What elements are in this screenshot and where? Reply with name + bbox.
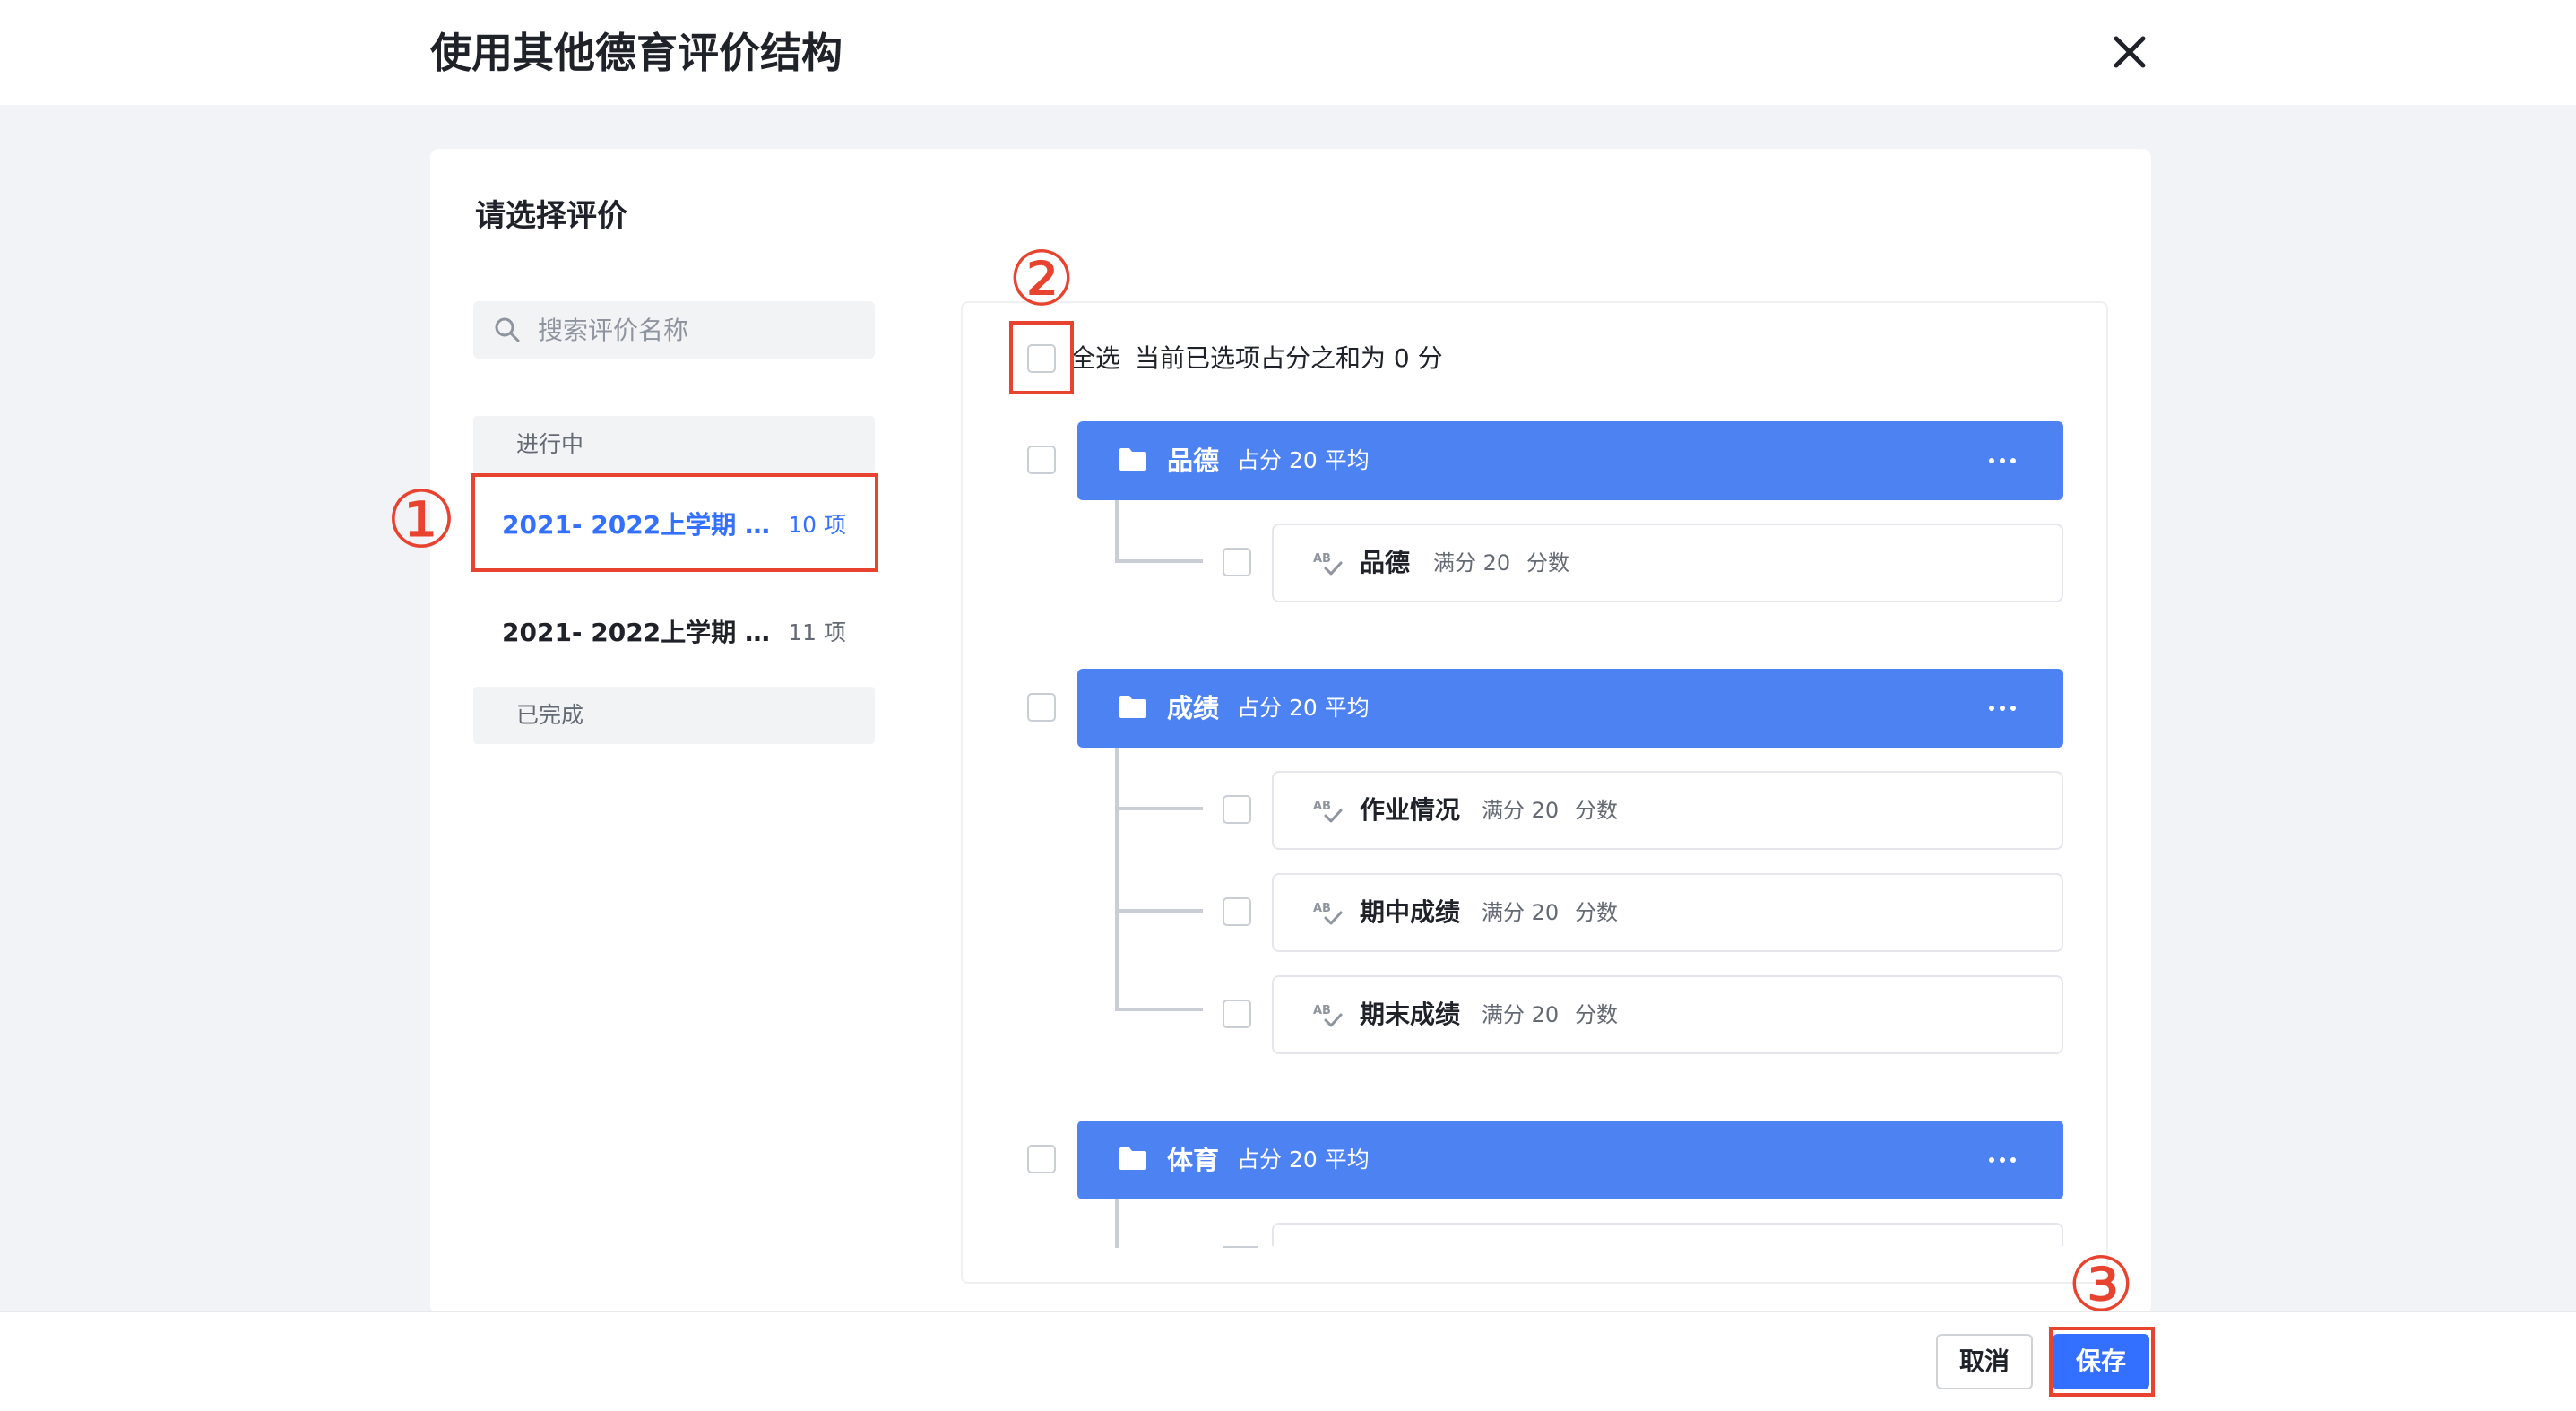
item-checkbox[interactable] bbox=[1223, 548, 1251, 576]
tree-connector bbox=[1115, 500, 1119, 563]
select-all-label: 全选 bbox=[1070, 343, 1121, 373]
group-name: 成绩 bbox=[1167, 693, 1220, 723]
more-options-icon[interactable] bbox=[1984, 692, 2020, 724]
folder-icon bbox=[1119, 696, 1146, 718]
annotation-step3: ③ bbox=[2067, 1241, 2135, 1329]
item-full-score: 满分 20 bbox=[1433, 550, 1511, 576]
group-meta: 占分 20 平均 bbox=[1237, 447, 1370, 473]
dialog-footer: 取消 保存 bbox=[0, 1311, 2576, 1411]
group-header-completed: 已完成 bbox=[473, 687, 875, 744]
eval-item-count: 11 项 bbox=[788, 619, 846, 645]
annotation-box-step1 bbox=[471, 473, 878, 572]
item-name: 期中成绩 bbox=[1360, 897, 1461, 927]
group-checkbox[interactable] bbox=[1027, 1145, 1056, 1173]
group-bar[interactable]: 成绩 占分 20 平均 bbox=[1077, 669, 2063, 748]
evaluation-item-card[interactable]: AB 作业情况 满分 20 分数 bbox=[1272, 771, 2063, 850]
group-header-in-progress: 进行中 bbox=[473, 416, 875, 473]
selected-score-summary: 当前已选项占分之和为 0 分 bbox=[1135, 343, 1443, 373]
tree-connector bbox=[1115, 909, 1203, 913]
tree-connector bbox=[1115, 1008, 1203, 1011]
annotation-step1: ① bbox=[385, 473, 457, 566]
tree-connector bbox=[1115, 1199, 1119, 1248]
item-checkbox-partial bbox=[1223, 1246, 1258, 1248]
folder-icon bbox=[1119, 1147, 1146, 1170]
folder-icon bbox=[1119, 448, 1146, 471]
score-type-icon: AB bbox=[1313, 800, 1343, 823]
group-checkbox[interactable] bbox=[1027, 446, 1056, 474]
item-checkbox[interactable] bbox=[1223, 795, 1251, 824]
evaluation-item-card[interactable]: AB 期末成绩 满分 20 分数 bbox=[1272, 975, 2063, 1054]
item-checkbox[interactable] bbox=[1223, 897, 1251, 926]
dialog-title: 使用其他德育评价结构 bbox=[430, 29, 843, 77]
group-bar[interactable]: 体育 占分 20 平均 bbox=[1077, 1121, 2063, 1199]
item-full-score: 满分 20 bbox=[1482, 1002, 1560, 1027]
more-options-icon[interactable] bbox=[1984, 1144, 2020, 1176]
close-icon[interactable] bbox=[2105, 27, 2155, 77]
group-bar[interactable]: 品德 占分 20 平均 bbox=[1077, 421, 2063, 500]
cancel-button[interactable]: 取消 bbox=[1936, 1334, 2033, 1389]
item-type: 分数 bbox=[1575, 798, 1618, 823]
group-name: 品德 bbox=[1167, 446, 1220, 476]
tree-connector bbox=[1115, 559, 1203, 563]
group-checkbox[interactable] bbox=[1027, 693, 1056, 722]
evaluation-item-card-partial bbox=[1272, 1223, 2063, 1246]
svg-text:AB: AB bbox=[1313, 552, 1331, 566]
item-type: 分数 bbox=[1526, 550, 1569, 576]
annotation-step2: ② bbox=[1007, 235, 1076, 323]
score-type-icon: AB bbox=[1313, 902, 1343, 925]
search-box bbox=[473, 301, 875, 359]
item-full-score: 满分 20 bbox=[1482, 900, 1560, 925]
evaluation-item-card[interactable]: AB 品德 满分 20 分数 bbox=[1272, 524, 2063, 602]
group-meta: 占分 20 平均 bbox=[1237, 1147, 1370, 1173]
item-name: 期末成绩 bbox=[1360, 1000, 1461, 1029]
svg-text:AB: AB bbox=[1313, 800, 1331, 813]
search-input[interactable] bbox=[538, 301, 860, 359]
search-icon bbox=[495, 317, 520, 342]
svg-text:AB: AB bbox=[1313, 902, 1331, 915]
tree-connector bbox=[1115, 748, 1119, 1009]
group-name: 体育 bbox=[1167, 1145, 1220, 1175]
item-name: 作业情况 bbox=[1360, 795, 1461, 825]
item-type: 分数 bbox=[1575, 900, 1618, 925]
item-name: 品德 bbox=[1360, 548, 1411, 577]
annotation-box-step2 bbox=[1009, 321, 1074, 394]
item-type: 分数 bbox=[1575, 1002, 1618, 1027]
eval-item-name: 2021- 2022上学期 德... bbox=[502, 618, 780, 647]
item-checkbox[interactable] bbox=[1223, 1000, 1251, 1028]
item-full-score: 满分 20 bbox=[1482, 798, 1560, 823]
svg-text:AB: AB bbox=[1313, 1004, 1331, 1017]
score-type-icon: AB bbox=[1313, 552, 1343, 576]
annotation-box-step3 bbox=[2049, 1327, 2155, 1397]
tree-connector bbox=[1115, 807, 1203, 810]
group-meta: 占分 20 平均 bbox=[1237, 695, 1370, 721]
more-options-icon[interactable] bbox=[1984, 445, 2020, 477]
evaluation-item-card[interactable]: AB 期中成绩 满分 20 分数 bbox=[1272, 873, 2063, 952]
score-type-icon: AB bbox=[1313, 1004, 1343, 1027]
eval-list-item[interactable]: 2021- 2022上学期 德... 11 项 bbox=[473, 588, 875, 678]
dialog-header: 使用其他德育评价结构 bbox=[0, 0, 2576, 105]
section-title: 请选择评价 bbox=[475, 198, 627, 234]
